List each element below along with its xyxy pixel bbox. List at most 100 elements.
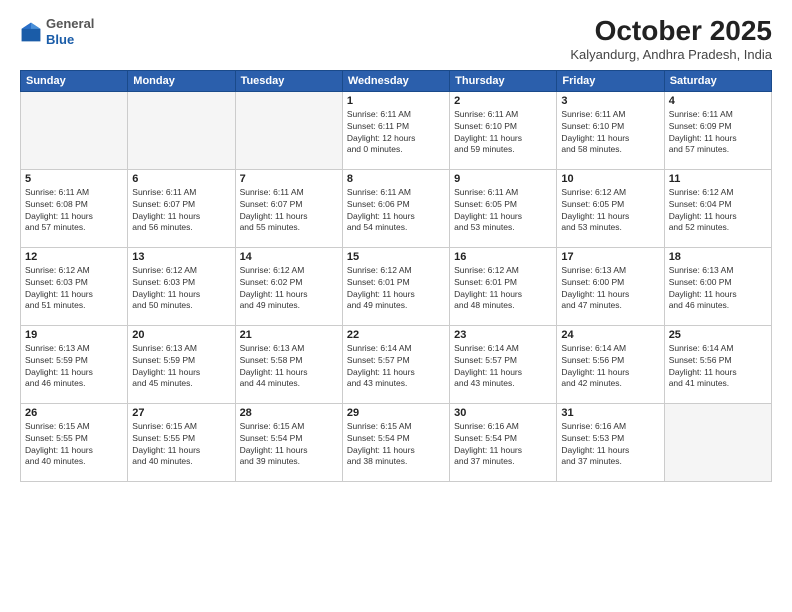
- day-info: Sunrise: 6:15 AM Sunset: 5:54 PM Dayligh…: [347, 421, 445, 469]
- calendar-cell: [235, 91, 342, 169]
- calendar-cell: 31Sunrise: 6:16 AM Sunset: 5:53 PM Dayli…: [557, 403, 664, 481]
- day-number: 22: [347, 329, 445, 341]
- weekday-header-monday: Monday: [128, 70, 235, 91]
- day-number: 31: [561, 407, 659, 419]
- calendar-cell: 21 Sunrise: 6:13 AM Sunset: 5:58 PM Dayli…: [235, 325, 342, 403]
- day-info: Sunrise: 6:13 AM Sunset: 5:59 PM Dayligh…: [132, 343, 230, 391]
- day-number: 15: [347, 251, 445, 263]
- day-info: Sunrise: 6:11 AM Sunset: 6:10 PM Dayligh…: [454, 109, 552, 157]
- calendar-cell: 7Sunrise: 6:11 AM Sunset: 6:07 PM Daylig…: [235, 169, 342, 247]
- day-number: 23: [454, 329, 552, 341]
- calendar-cell: 3Sunrise: 6:11 AM Sunset: 6:10 PM Daylig…: [557, 91, 664, 169]
- day-number: 21: [240, 329, 338, 341]
- calendar-cell: 17 Sunrise: 6:13 AM Sunset: 6:00 PM Dayli…: [557, 247, 664, 325]
- day-number: 30: [454, 407, 552, 419]
- calendar-cell: 15Sunrise: 6:12 AM Sunset: 6:01 PM Dayli…: [342, 247, 449, 325]
- calendar-cell: 20 Sunrise: 6:13 AM Sunset: 5:59 PM Dayli…: [128, 325, 235, 403]
- day-number: 6: [132, 173, 230, 185]
- calendar-cell: 29 Sunrise: 6:15 AM Sunset: 5:54 PM Dayli…: [342, 403, 449, 481]
- calendar-cell: 22 Sunrise: 6:14 AM Sunset: 5:57 PM Dayli…: [342, 325, 449, 403]
- calendar-cell: 12 Sunrise: 6:12 AM Sunset: 6:03 PM Dayli…: [21, 247, 128, 325]
- calendar-cell: 28 Sunrise: 6:15 AM Sunset: 5:54 PM Dayli…: [235, 403, 342, 481]
- day-info: Sunrise: 6:13 AM Sunset: 5:59 PM Dayligh…: [25, 343, 123, 391]
- day-number: 27: [132, 407, 230, 419]
- logo-text: General Blue: [46, 16, 94, 47]
- calendar-cell: 30 Sunrise: 6:16 AM Sunset: 5:54 PM Dayli…: [450, 403, 557, 481]
- weekday-header-wednesday: Wednesday: [342, 70, 449, 91]
- logo-icon: [20, 21, 42, 43]
- calendar-cell: 16 Sunrise: 6:12 AM Sunset: 6:01 PM Dayli…: [450, 247, 557, 325]
- calendar-cell: 1Sunrise: 6:11 AM Sunset: 6:11 PM Daylig…: [342, 91, 449, 169]
- calendar-cell: 4 Sunrise: 6:11 AM Sunset: 6:09 PM Daylig…: [664, 91, 771, 169]
- day-number: 4: [669, 95, 767, 107]
- day-number: 14: [240, 251, 338, 263]
- calendar-cell: 19 Sunrise: 6:13 AM Sunset: 5:59 PM Dayli…: [21, 325, 128, 403]
- calendar-cell: 5Sunrise: 6:11 AM Sunset: 6:08 PM Daylig…: [21, 169, 128, 247]
- location-subtitle: Kalyandurg, Andhra Pradesh, India: [570, 47, 772, 62]
- day-number: 3: [561, 95, 659, 107]
- day-number: 19: [25, 329, 123, 341]
- weekday-header-friday: Friday: [557, 70, 664, 91]
- week-row-3: 12 Sunrise: 6:12 AM Sunset: 6:03 PM Dayli…: [21, 247, 772, 325]
- day-info: Sunrise: 6:12 AM Sunset: 6:03 PM Dayligh…: [25, 265, 123, 313]
- page: General Blue October 2025 Kalyandurg, An…: [0, 0, 792, 612]
- day-number: 25: [669, 329, 767, 341]
- header: General Blue October 2025 Kalyandurg, An…: [20, 16, 772, 62]
- day-number: 2: [454, 95, 552, 107]
- day-info: Sunrise: 6:15 AM Sunset: 5:55 PM Dayligh…: [132, 421, 230, 469]
- month-title: October 2025: [570, 16, 772, 47]
- calendar-cell: 6 Sunrise: 6:11 AM Sunset: 6:07 PM Daylig…: [128, 169, 235, 247]
- day-info: Sunrise: 6:13 AM Sunset: 6:00 PM Dayligh…: [561, 265, 659, 313]
- week-row-4: 19 Sunrise: 6:13 AM Sunset: 5:59 PM Dayli…: [21, 325, 772, 403]
- day-number: 7: [240, 173, 338, 185]
- day-info: Sunrise: 6:12 AM Sunset: 6:04 PM Dayligh…: [669, 187, 767, 235]
- weekday-header-row: SundayMondayTuesdayWednesdayThursdayFrid…: [21, 70, 772, 91]
- day-number: 29: [347, 407, 445, 419]
- day-number: 11: [669, 173, 767, 185]
- day-info: Sunrise: 6:14 AM Sunset: 5:57 PM Dayligh…: [347, 343, 445, 391]
- logo-general-text: General: [46, 16, 94, 31]
- day-info: Sunrise: 6:12 AM Sunset: 6:01 PM Dayligh…: [454, 265, 552, 313]
- logo-blue-text: Blue: [46, 32, 74, 47]
- day-number: 17: [561, 251, 659, 263]
- calendar-cell: [128, 91, 235, 169]
- title-block: October 2025 Kalyandurg, Andhra Pradesh,…: [570, 16, 772, 62]
- day-number: 10: [561, 173, 659, 185]
- day-info: Sunrise: 6:15 AM Sunset: 5:54 PM Dayligh…: [240, 421, 338, 469]
- day-info: Sunrise: 6:14 AM Sunset: 5:56 PM Dayligh…: [669, 343, 767, 391]
- day-info: Sunrise: 6:11 AM Sunset: 6:09 PM Dayligh…: [669, 109, 767, 157]
- day-info: Sunrise: 6:13 AM Sunset: 5:58 PM Dayligh…: [240, 343, 338, 391]
- week-row-2: 5Sunrise: 6:11 AM Sunset: 6:08 PM Daylig…: [21, 169, 772, 247]
- weekday-header-tuesday: Tuesday: [235, 70, 342, 91]
- calendar-cell: 27 Sunrise: 6:15 AM Sunset: 5:55 PM Dayli…: [128, 403, 235, 481]
- week-row-5: 26Sunrise: 6:15 AM Sunset: 5:55 PM Dayli…: [21, 403, 772, 481]
- day-info: Sunrise: 6:14 AM Sunset: 5:56 PM Dayligh…: [561, 343, 659, 391]
- day-number: 12: [25, 251, 123, 263]
- day-number: 16: [454, 251, 552, 263]
- day-info: Sunrise: 6:16 AM Sunset: 5:54 PM Dayligh…: [454, 421, 552, 469]
- day-info: Sunrise: 6:12 AM Sunset: 6:05 PM Dayligh…: [561, 187, 659, 235]
- calendar-cell: 26Sunrise: 6:15 AM Sunset: 5:55 PM Dayli…: [21, 403, 128, 481]
- day-number: 13: [132, 251, 230, 263]
- calendar-cell: 24Sunrise: 6:14 AM Sunset: 5:56 PM Dayli…: [557, 325, 664, 403]
- day-number: 28: [240, 407, 338, 419]
- day-info: Sunrise: 6:11 AM Sunset: 6:05 PM Dayligh…: [454, 187, 552, 235]
- calendar-cell: 25 Sunrise: 6:14 AM Sunset: 5:56 PM Dayli…: [664, 325, 771, 403]
- calendar-cell: [21, 91, 128, 169]
- day-info: Sunrise: 6:11 AM Sunset: 6:07 PM Dayligh…: [132, 187, 230, 235]
- calendar-cell: 13Sunrise: 6:12 AM Sunset: 6:03 PM Dayli…: [128, 247, 235, 325]
- weekday-header-thursday: Thursday: [450, 70, 557, 91]
- calendar-cell: 11 Sunrise: 6:12 AM Sunset: 6:04 PM Dayli…: [664, 169, 771, 247]
- calendar-cell: 8Sunrise: 6:11 AM Sunset: 6:06 PM Daylig…: [342, 169, 449, 247]
- day-number: 1: [347, 95, 445, 107]
- day-number: 18: [669, 251, 767, 263]
- day-number: 5: [25, 173, 123, 185]
- weekday-header-saturday: Saturday: [664, 70, 771, 91]
- day-info: Sunrise: 6:15 AM Sunset: 5:55 PM Dayligh…: [25, 421, 123, 469]
- week-row-1: 1Sunrise: 6:11 AM Sunset: 6:11 PM Daylig…: [21, 91, 772, 169]
- day-number: 20: [132, 329, 230, 341]
- day-info: Sunrise: 6:14 AM Sunset: 5:57 PM Dayligh…: [454, 343, 552, 391]
- calendar-table: SundayMondayTuesdayWednesdayThursdayFrid…: [20, 70, 772, 482]
- logo: General Blue: [20, 16, 94, 47]
- weekday-header-sunday: Sunday: [21, 70, 128, 91]
